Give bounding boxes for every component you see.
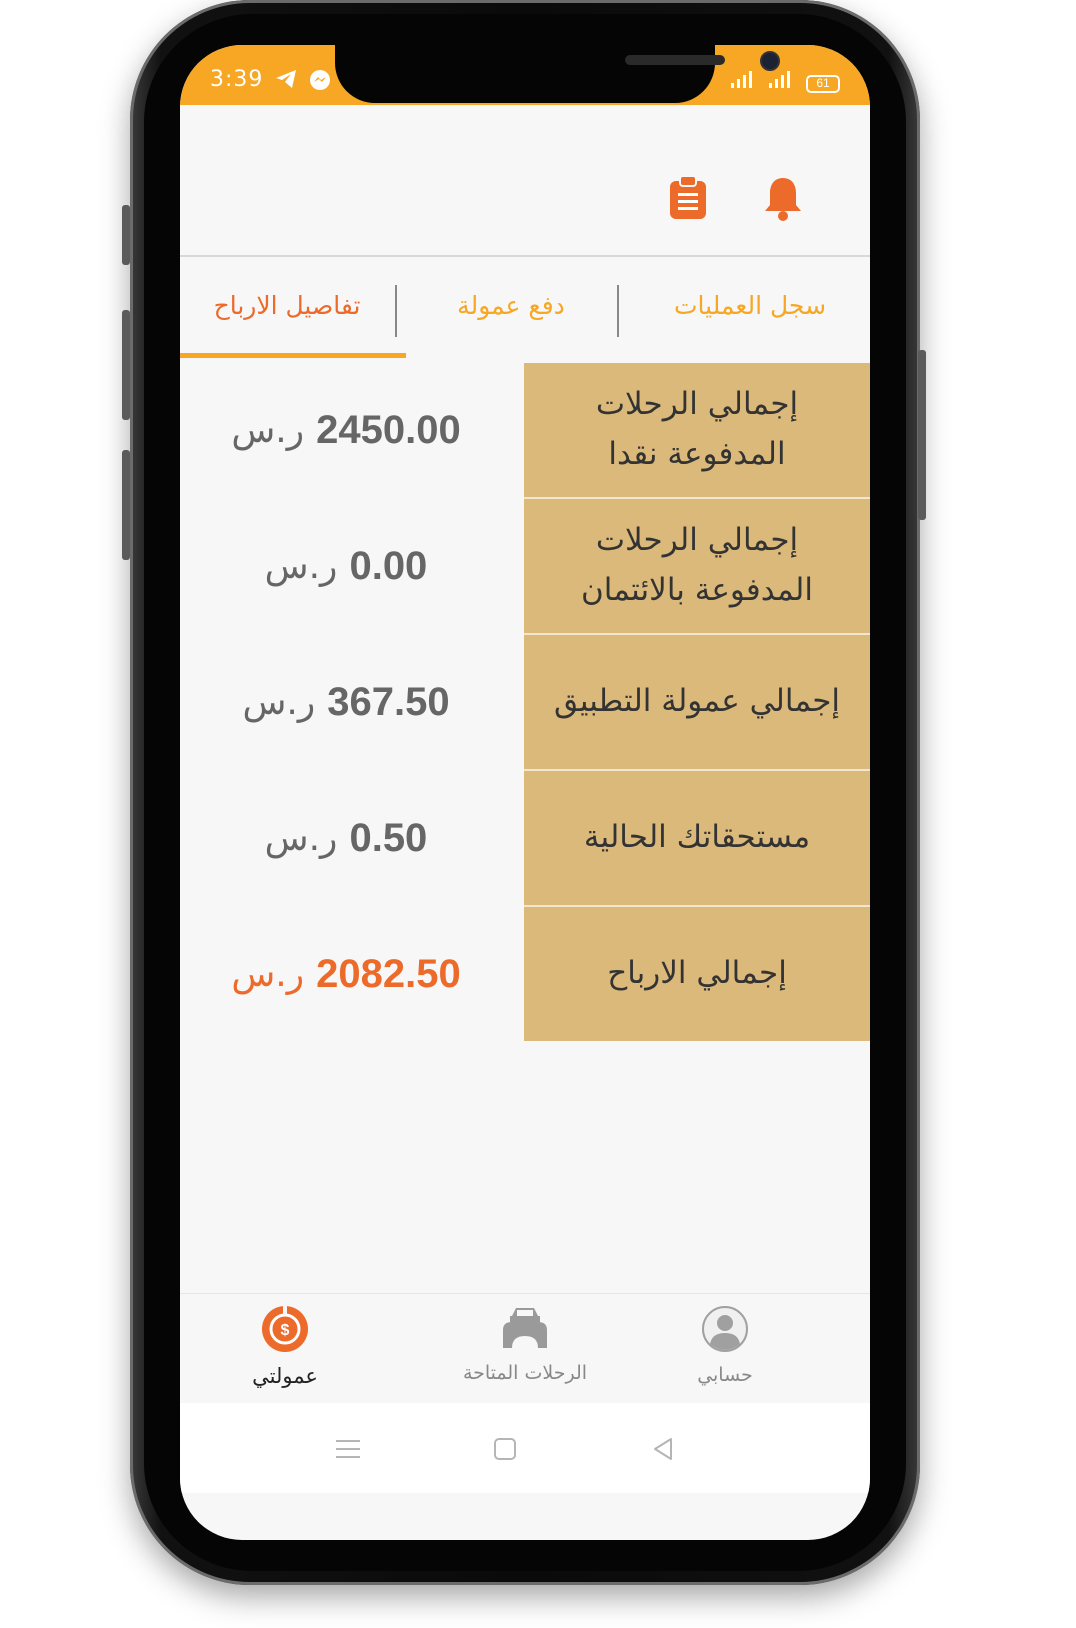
tab-earnings-details[interactable]: تفاصيل الارباح [180, 257, 394, 353]
amount-value: 0.00 [349, 543, 428, 588]
bottom-navigation: $ عمولتي الرحلات المتاحة حسابي [180, 1293, 870, 1404]
active-tab-indicator [180, 353, 406, 358]
row-label-text: إجمالي الرحلات المدفوعة نقدا [595, 386, 799, 472]
nav-label: الرحلات المتاحة [462, 1362, 588, 1384]
tab-bar: سجل العمليات دفع عمولة تفاصيل الارباح [180, 257, 870, 358]
front-camera [760, 51, 780, 71]
tab-pay-commission[interactable]: دفع عمولة [406, 257, 616, 353]
currency-label: ر.س [231, 409, 305, 451]
battery-level: 61 [816, 76, 830, 90]
label-current-dues: مستحقاتك الحالية [524, 771, 870, 907]
back-triangle-icon [651, 1437, 675, 1465]
battery-icon: 61 [806, 75, 840, 93]
commission-icon: $ [260, 1304, 310, 1358]
clipboard-icon [668, 175, 708, 225]
row-label-text: إجمالي الارباح [607, 955, 787, 992]
row-label-text: إجمالي الرحلات المدفوعة بالائتمان [581, 522, 813, 608]
app-screen: 3:39 61 سجل العمليات دفع عمولة تفاصيل ال… [180, 45, 870, 1540]
tab-separator [617, 285, 619, 337]
messenger-icon [309, 69, 331, 95]
system-navigation-bar [180, 1403, 870, 1493]
nav-available-trips[interactable]: الرحلات المتاحة [425, 1304, 625, 1399]
status-icons-right: 61 [730, 69, 840, 93]
row-label-text: مستحقاتك الحالية [583, 819, 811, 856]
label-cash-trips: إجمالي الرحلات المدفوعة نقدا [524, 363, 870, 499]
value-cash-trips: ر.س 2450.00 [180, 363, 524, 497]
side-button [122, 450, 130, 560]
notification-bell-icon [763, 175, 803, 225]
status-time: 3:39 [210, 67, 264, 92]
home-button[interactable] [485, 1431, 525, 1471]
row-label-text: إجمالي عمولة التطبيق [553, 683, 841, 720]
back-button[interactable] [643, 1431, 683, 1471]
value-total-earnings: ر.س 2082.50 [180, 907, 524, 1041]
label-credit-trips: إجمالي الرحلات المدفوعة بالائتمان [524, 499, 870, 635]
value-credit-trips: ر.س 0.00 [180, 499, 524, 633]
amount-value: 0.50 [349, 815, 428, 860]
menu-icon [335, 1438, 361, 1464]
tab-label: دفع عمولة [457, 290, 565, 320]
status-icons-left [275, 69, 331, 95]
side-button [918, 350, 926, 520]
camera-notch [335, 45, 780, 103]
amount-value: 367.50 [327, 679, 450, 724]
signal-icon [768, 69, 794, 93]
tab-operations-log[interactable]: سجل العمليات [630, 257, 870, 353]
value-current-dues: ر.س 0.50 [180, 771, 524, 905]
nav-my-account[interactable]: حسابي [625, 1304, 825, 1399]
currency-label: ر.س [231, 953, 305, 995]
clipboard-button[interactable] [663, 175, 713, 225]
tab-label: تفاصيل الارباح [213, 290, 361, 320]
notification-button[interactable] [758, 175, 808, 225]
currency-label: ر.س [264, 817, 338, 859]
home-square-icon [493, 1437, 517, 1465]
amount-value: 2450.00 [316, 407, 461, 452]
value-app-commission: ر.س 367.50 [180, 635, 524, 769]
app-header [180, 105, 870, 255]
currency-label: ر.س [242, 681, 316, 723]
tab-separator [395, 285, 397, 337]
nav-label: عمولتي [252, 1364, 318, 1388]
speaker-grille [625, 55, 725, 65]
signal-icon [730, 69, 756, 93]
side-button [122, 310, 130, 420]
amount-value: 2082.50 [316, 951, 461, 996]
status-bar: 3:39 61 [180, 45, 870, 105]
svg-text:$: $ [281, 1322, 290, 1339]
nav-label: حسابي [697, 1364, 753, 1386]
side-button [122, 205, 130, 265]
label-total-earnings: إجمالي الارباح [524, 907, 870, 1041]
menu-button[interactable] [328, 1431, 368, 1471]
telegram-icon [275, 69, 297, 95]
currency-label: ر.س [264, 545, 338, 587]
profile-icon [700, 1304, 750, 1358]
car-icon [500, 1304, 550, 1356]
label-app-commission: إجمالي عمولة التطبيق [524, 635, 870, 771]
nav-my-commission[interactable]: $ عمولتي [185, 1304, 385, 1399]
tab-label: سجل العمليات [674, 290, 827, 320]
